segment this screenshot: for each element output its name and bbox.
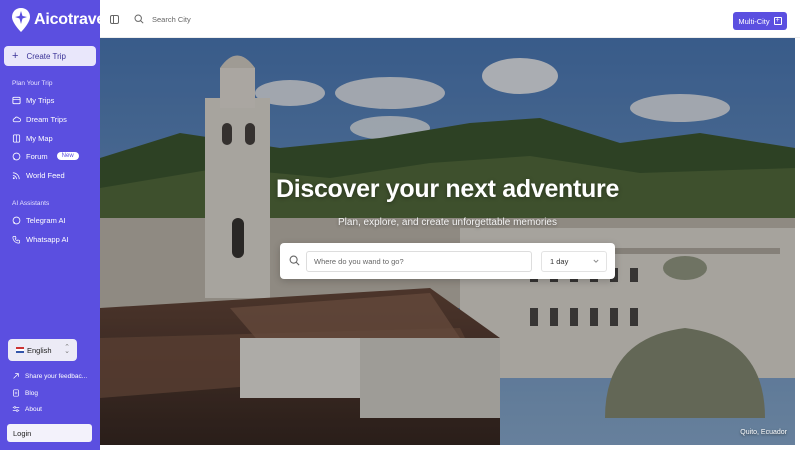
create-trip-label: Create Trip <box>26 51 67 61</box>
login-button[interactable]: Login <box>7 424 92 442</box>
sidebar-item-label: World Feed <box>26 170 65 180</box>
sidebar-toggle-icon[interactable] <box>110 15 119 24</box>
sidebar: Aicotravel + Create Trip Plan Your Trip … <box>0 0 110 450</box>
footer-item-label: Blog <box>25 389 39 397</box>
hero-background-photo <box>100 38 795 445</box>
cloud-icon <box>12 116 21 122</box>
photo-location-caption: Quito, Ecuador <box>740 429 787 436</box>
chevron-down-icon <box>593 259 599 263</box>
blog-link[interactable]: Blog <box>12 387 38 399</box>
sidebar-item-dream-trips[interactable]: Dream Trips <box>12 112 67 126</box>
share-feedback-link[interactable]: Share your feedbac... <box>12 370 87 382</box>
sidebar-item-forum[interactable]: Forum New <box>12 149 79 163</box>
destination-search-card: 1 day <box>280 243 615 279</box>
hero-title: Discover your next adventure <box>275 175 620 203</box>
sidebar-item-label: Dream Trips <box>26 114 67 124</box>
map-icon <box>12 96 21 104</box>
rss-icon <box>12 171 20 179</box>
sidebar-item-label: Whatsapp AI <box>26 234 69 244</box>
search-icon <box>134 14 144 24</box>
language-value: English <box>27 345 52 355</box>
new-badge: New <box>56 152 79 160</box>
trip-duration-select[interactable]: 1 day <box>541 251 607 272</box>
footer-item-label: Share your feedbac... <box>25 372 88 380</box>
footer-item-label: About <box>25 405 42 413</box>
multi-city-label: Multi-City <box>738 16 770 26</box>
about-link[interactable]: About <box>12 403 42 415</box>
map-book-icon <box>12 133 21 143</box>
document-icon <box>13 389 19 397</box>
chat-icon <box>12 216 21 224</box>
search-city-placeholder: Search City <box>152 14 191 24</box>
plus-square-icon: + <box>773 17 782 25</box>
trip-duration-value: 1 day <box>550 257 569 266</box>
flag-icon <box>16 347 24 353</box>
app-name: Aicotravel <box>34 11 110 28</box>
search-icon <box>289 255 300 266</box>
chevron-up-down-icon: ⌃ ⌄ <box>64 343 70 355</box>
app-logo[interactable]: Aicotravel <box>12 8 110 32</box>
sidebar-item-telegram-ai[interactable]: Telegram AI <box>12 213 66 227</box>
plus-icon: + <box>12 49 19 62</box>
sliders-icon <box>12 406 20 412</box>
sidebar-item-world-feed[interactable]: World Feed <box>12 168 65 182</box>
chat-icon <box>12 152 21 160</box>
city-search[interactable]: Search City <box>134 14 191 24</box>
sidebar-item-label: My Map <box>26 133 53 143</box>
phone-icon <box>12 235 21 243</box>
hero-section: Discover your next adventure Plan, explo… <box>100 38 795 445</box>
language-select[interactable]: English ⌃ ⌄ <box>8 339 77 361</box>
hero-subtitle: Plan, explore, and create unforgettable … <box>337 217 557 228</box>
destination-input[interactable] <box>306 251 532 272</box>
location-pin-logo-icon <box>12 8 30 32</box>
top-bar: Search City Multi-City + <box>100 0 800 38</box>
ai-assistants-heading: AI Assistants <box>12 200 50 207</box>
sidebar-item-whatsapp-ai[interactable]: Whatsapp AI <box>12 232 69 246</box>
sidebar-item-my-map[interactable]: My Map <box>12 131 53 145</box>
sidebar-item-label: My Trips <box>26 95 55 105</box>
create-trip-button[interactable]: + Create Trip <box>4 46 96 66</box>
sidebar-item-my-trips[interactable]: My Trips <box>12 93 54 107</box>
multi-city-button[interactable]: Multi-City + <box>733 12 787 30</box>
plan-your-trip-heading: Plan Your Trip <box>12 80 53 87</box>
sidebar-item-label: Forum <box>26 151 48 161</box>
sidebar-item-label: Telegram AI <box>26 215 66 225</box>
share-icon <box>13 373 19 379</box>
